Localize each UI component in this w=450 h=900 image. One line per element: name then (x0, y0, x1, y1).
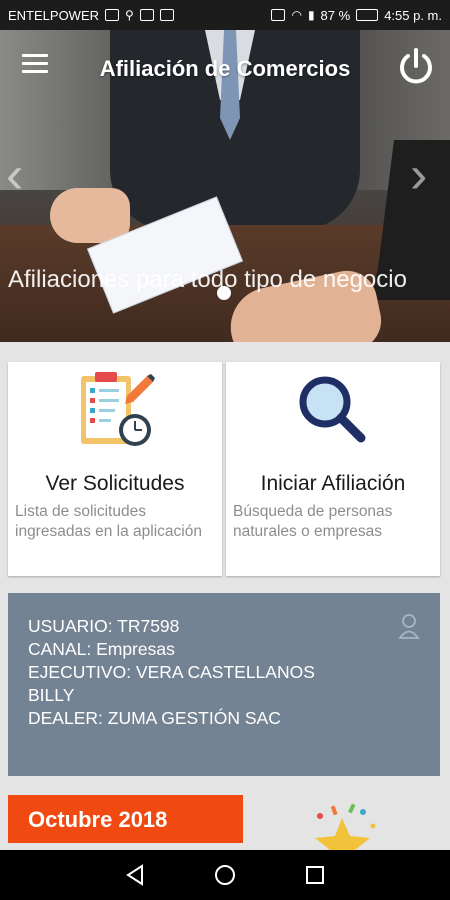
battery-percent: 87 % (320, 7, 351, 23)
status-right: ◠ ▮ 87 % 4:55 p. m. (271, 8, 442, 23)
carousel-dot[interactable] (217, 286, 231, 300)
start-affiliation-card[interactable]: Iniciar Afiliación Búsqueda de personas … (226, 362, 440, 576)
wifi-icon: ◠ (291, 8, 302, 22)
hero-carousel[interactable]: Afiliación de Comercios ‹ › Afiliaciones… (0, 30, 450, 342)
channel: CANAL: Empresas (28, 639, 175, 659)
executive: EJECUTIVO: VERA CASTELLANOS BILLY (28, 662, 315, 705)
recents-square-icon[interactable] (300, 860, 330, 890)
system-nav-bar (0, 850, 450, 900)
status-left: ENTELPOWER ⚲ (8, 8, 174, 23)
user-icon (398, 614, 420, 639)
card-description: Búsqueda de personas naturales o empresa… (233, 503, 393, 540)
home-circle-icon[interactable] (210, 860, 240, 890)
dealer: DEALER: ZUMA GESTIÓN SAC (28, 708, 281, 728)
carrier-label: ENTELPOWER (8, 7, 100, 23)
app-screen: ENTELPOWER ⚲ ◠ ▮ 87 % 4:55 p. m. Afiliac… (0, 0, 450, 900)
back-triangle-icon[interactable] (120, 860, 150, 890)
user-id: USUARIO: TR7598 (28, 616, 180, 636)
magnifier-icon (232, 370, 434, 452)
notification-icon-2 (139, 9, 154, 21)
card-title: Ver Solicitudes (45, 472, 185, 495)
vibrate-icon (271, 9, 286, 21)
card-description: Lista de solicitudes ingresadas en la ap… (15, 503, 202, 540)
carousel-prev-icon[interactable]: ‹ (6, 149, 46, 201)
view-requests-card[interactable]: Ver Solicitudes Lista de solicitudes ing… (8, 362, 222, 576)
card-title: Iniciar Afiliación (260, 472, 406, 495)
user-info-panel: USUARIO: TR7598 CANAL: Empresas EJECUTIV… (8, 593, 440, 776)
clock: 4:55 p. m. (384, 7, 442, 23)
notification-icon (105, 9, 120, 21)
app-bar: Afiliación de Comercios (0, 30, 450, 106)
carousel-next-icon[interactable]: › (410, 149, 450, 201)
hero-hand-left (50, 188, 130, 243)
clipboard-checklist-icon (14, 370, 216, 452)
image-icon (159, 9, 174, 21)
month-badge: Octubre 2018 (8, 795, 243, 843)
battery-icon (356, 9, 379, 21)
power-icon[interactable] (396, 46, 436, 86)
celebration-star-icon (315, 803, 376, 850)
action-cards: Ver Solicitudes Lista de solicitudes ing… (8, 362, 440, 576)
status-bar: ENTELPOWER ⚲ ◠ ▮ 87 % 4:55 p. m. (0, 0, 450, 30)
page-title: Afiliación de Comercios (99, 56, 351, 81)
signal-icon: ▮ (307, 8, 315, 22)
usb-icon: ⚲ (125, 8, 134, 22)
